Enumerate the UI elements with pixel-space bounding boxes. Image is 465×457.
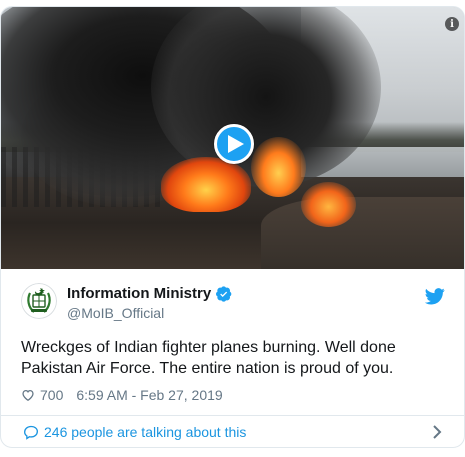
video-fire [251,137,306,197]
play-button[interactable] [214,124,254,164]
tweet-timestamp[interactable]: 6:59 AM - Feb 27, 2019 [76,387,222,403]
conversation-link[interactable]: 246 people are talking about this [1,416,464,447]
pakistan-emblem-icon [21,283,57,319]
video-fire [301,182,356,227]
like-count[interactable]: 700 [40,387,63,403]
avatar[interactable] [21,283,57,319]
info-icon[interactable]: i [445,17,459,31]
heart-icon[interactable] [21,388,35,402]
tweet-video[interactable]: i [1,7,464,269]
video-fire [161,157,251,212]
tweet-text: Wreckges of Indian fighter planes burnin… [21,339,396,377]
video-mound [261,197,464,269]
twitter-bird-icon[interactable] [425,288,445,305]
conversation-label[interactable]: 246 people are talking about this [44,424,246,440]
author-handle[interactable]: @MoIB_Official [67,305,232,321]
verified-badge-icon [216,285,232,302]
author-name[interactable]: Information Ministry [67,285,211,302]
tweet-meta: 700 6:59 AM - Feb 27, 2019 [21,387,223,403]
tweet-author[interactable]: Information Ministry @MoIB_Official [67,285,232,321]
chevron-right-icon [433,425,442,439]
tweet-card[interactable]: i Information Ministry @MoIB_Official Wr… [0,6,465,448]
speech-bubble-icon [23,425,39,440]
play-icon [227,135,244,153]
